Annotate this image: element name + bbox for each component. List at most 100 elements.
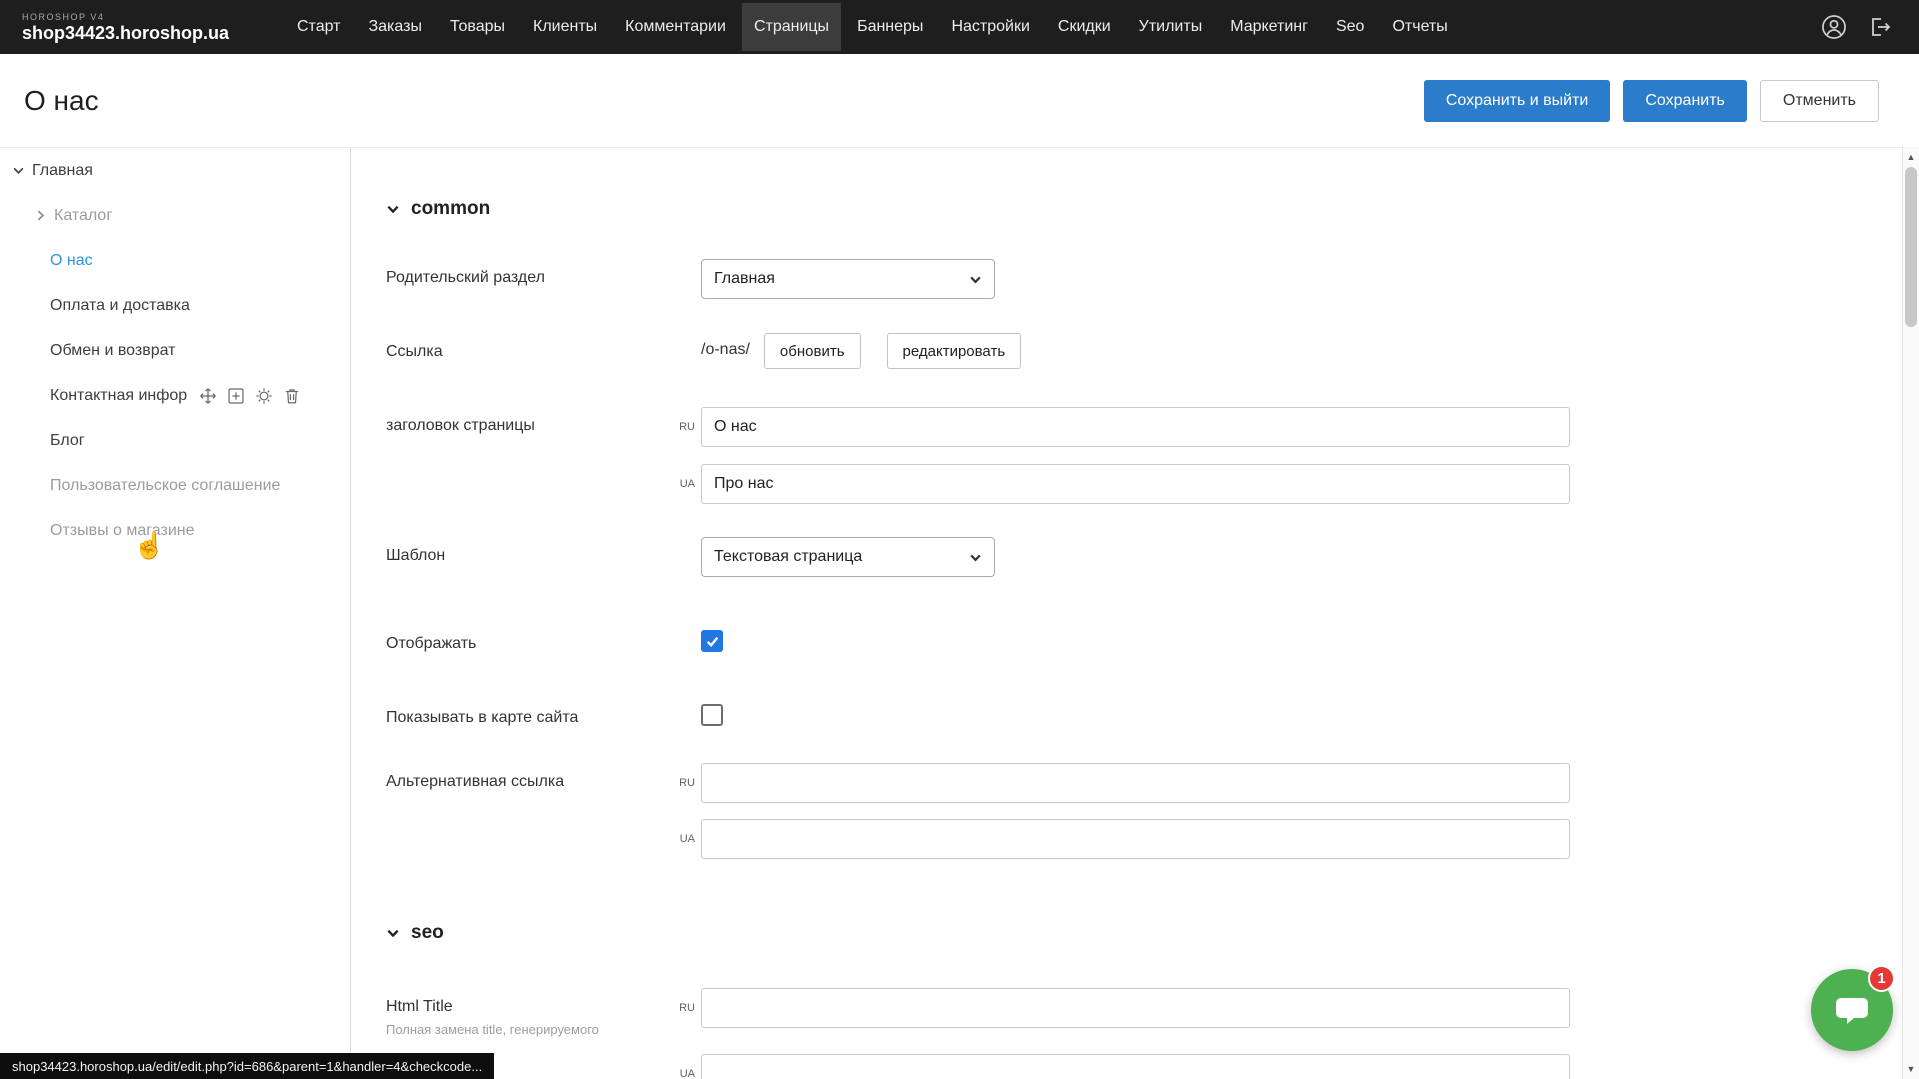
- sidebar-item-label: Блог: [50, 432, 85, 450]
- sitemap-checkbox[interactable]: [701, 704, 723, 726]
- cancel-button[interactable]: Отменить: [1760, 80, 1879, 122]
- link-label: Ссылка: [386, 333, 666, 361]
- menu-utilities[interactable]: Утилиты: [1127, 3, 1215, 51]
- sidebar-item-otzyvy-o-magazine[interactable]: Отзывы о магазине: [0, 508, 350, 553]
- lang-ua-badge: UA: [666, 819, 701, 845]
- html-title-label: Html Title: [386, 998, 453, 1015]
- chevron-down-icon: [969, 551, 982, 564]
- topbar-right-actions: [1821, 14, 1919, 40]
- lang-spacer: [666, 333, 701, 347]
- menu-discounts[interactable]: Скидки: [1046, 3, 1123, 51]
- display-label: Отображать: [386, 625, 666, 653]
- move-icon[interactable]: [199, 387, 217, 405]
- menu-orders[interactable]: Заказы: [356, 3, 433, 51]
- lang-ua-badge: UA: [666, 464, 701, 490]
- user-account-icon[interactable]: [1821, 14, 1847, 40]
- page-title-label: заголовок страницы: [386, 407, 666, 435]
- parent-section-label: Родительский раздел: [386, 259, 666, 287]
- sidebar-item-blog[interactable]: Блог: [0, 418, 350, 463]
- html-title-label-block: Html Title Полная замена title, генериру…: [386, 988, 666, 1037]
- chevron-down-icon[interactable]: [8, 164, 28, 177]
- logout-icon[interactable]: [1867, 14, 1893, 40]
- save-button[interactable]: Сохранить: [1623, 80, 1747, 122]
- alt-link-ru-row: Альтернативная ссылка RU: [386, 763, 1902, 803]
- menu-clients[interactable]: Клиенты: [521, 3, 609, 51]
- display-checkbox[interactable]: [701, 630, 723, 652]
- section-common-title: common: [411, 198, 490, 220]
- html-title-ua-row: UA: [386, 1054, 1902, 1079]
- sidebar-item-o-nas[interactable]: О нас: [0, 238, 350, 283]
- sidebar-item-polzovatelskoe-soglashenie[interactable]: Пользовательское соглашение: [0, 463, 350, 508]
- sitemap-row: Показывать в карте сайта: [386, 699, 1902, 727]
- parent-section-selected-value: Главная: [714, 270, 775, 288]
- link-edit-button[interactable]: редактировать: [887, 333, 1022, 369]
- label-spacer: [386, 464, 666, 474]
- sidebar-item-label: Оплата и доставка: [50, 297, 190, 315]
- menu-start[interactable]: Старт: [285, 3, 352, 51]
- parent-section-select[interactable]: Главная: [701, 259, 995, 299]
- html-title-ua-input[interactable]: [701, 1054, 1570, 1079]
- alt-link-label: Альтернативная ссылка: [386, 763, 666, 791]
- sidebar-item-label: Пользовательское соглашение: [50, 477, 280, 495]
- menu-pages[interactable]: Страницы: [742, 3, 841, 51]
- app-window: HOROSHOP V4 shop34423.horoshop.ua Старт …: [0, 0, 1919, 1079]
- menu-banners[interactable]: Баннеры: [845, 3, 935, 51]
- top-navigation-bar: HOROSHOP V4 shop34423.horoshop.ua Старт …: [0, 0, 1919, 54]
- sidebar-item-label: Отзывы о магазине: [50, 522, 195, 540]
- section-common-header[interactable]: common: [386, 198, 1902, 220]
- alt-link-ua-input[interactable]: [701, 819, 1570, 859]
- section-seo-header[interactable]: seo: [386, 922, 1902, 944]
- menu-products[interactable]: Товары: [438, 3, 517, 51]
- menu-seo[interactable]: Seo: [1324, 3, 1376, 51]
- sidebar-item-obmen-i-vozvrat[interactable]: Обмен и возврат: [0, 328, 350, 373]
- sidebar-item-glavnaya[interactable]: Главная: [0, 148, 350, 193]
- chevron-down-icon: [386, 926, 400, 940]
- page-title-ru-input[interactable]: [701, 407, 1570, 447]
- parent-section-row: Родительский раздел Главная: [386, 259, 1902, 299]
- gear-icon[interactable]: [255, 387, 273, 405]
- section-seo-title: seo: [411, 922, 444, 944]
- page-title: О нас: [24, 85, 99, 117]
- header-action-buttons: Сохранить и выйти Сохранить Отменить: [1424, 80, 1879, 122]
- chat-widget-button[interactable]: 1: [1811, 969, 1893, 1051]
- link-refresh-button[interactable]: обновить: [764, 333, 861, 369]
- page-title-ua-row: UA: [386, 464, 1902, 504]
- html-title-ru-input[interactable]: [701, 988, 1570, 1028]
- template-selected-value: Текстовая страница: [714, 548, 862, 566]
- vertical-scrollbar[interactable]: ▲ ▼: [1902, 147, 1919, 1079]
- save-and-exit-button[interactable]: Сохранить и выйти: [1424, 80, 1611, 122]
- chevron-right-icon[interactable]: [30, 209, 50, 222]
- html-title-hint: Полная замена title, генерируемого: [386, 1022, 676, 1037]
- menu-marketing[interactable]: Маркетинг: [1218, 3, 1320, 51]
- app-logo[interactable]: HOROSHOP V4 shop34423.horoshop.ua: [0, 12, 285, 43]
- lang-ru-badge: RU: [666, 407, 701, 433]
- scroll-up-arrow[interactable]: ▲: [1903, 149, 1919, 165]
- sidebar-item-katalog[interactable]: Каталог: [0, 193, 350, 238]
- logo-version-label: HOROSHOP V4: [22, 12, 285, 23]
- page-header: О нас Сохранить и выйти Сохранить Отмени…: [0, 54, 1919, 147]
- sidebar-item-oplata-i-dostavka[interactable]: Оплата и доставка: [0, 283, 350, 328]
- sidebar-item-label: О нас: [50, 252, 93, 270]
- pages-tree-sidebar: Главная Каталог О нас Оплата и доставка …: [0, 148, 351, 1079]
- checkmark-icon: [705, 634, 720, 649]
- alt-link-ru-input[interactable]: [701, 763, 1570, 803]
- alt-link-ua-row: UA: [386, 819, 1902, 859]
- add-page-icon[interactable]: [227, 387, 245, 405]
- menu-reports[interactable]: Отчеты: [1380, 3, 1459, 51]
- sidebar-item-kontaktnaya-informaciya[interactable]: Контактная инфор: [0, 373, 350, 418]
- sidebar-item-label: Обмен и возврат: [50, 342, 175, 360]
- trash-icon[interactable]: [283, 387, 301, 405]
- menu-comments[interactable]: Комментарии: [613, 3, 738, 51]
- scroll-down-arrow[interactable]: ▼: [1903, 1061, 1919, 1077]
- top-menu: Старт Заказы Товары Клиенты Комментарии …: [285, 3, 1460, 51]
- content-area: Главная Каталог О нас Оплата и доставка …: [0, 147, 1902, 1079]
- display-row: Отображать: [386, 625, 1902, 653]
- template-select[interactable]: Текстовая страница: [701, 537, 995, 577]
- page-title-ua-input[interactable]: [701, 464, 1570, 504]
- scrollbar-thumb[interactable]: [1905, 167, 1917, 327]
- sidebar-item-label: Контактная инфор: [50, 387, 187, 405]
- chat-unread-badge: 1: [1868, 965, 1895, 992]
- menu-settings[interactable]: Настройки: [939, 3, 1041, 51]
- label-spacer: [386, 819, 666, 829]
- sidebar-item-label: Главная: [32, 162, 93, 180]
